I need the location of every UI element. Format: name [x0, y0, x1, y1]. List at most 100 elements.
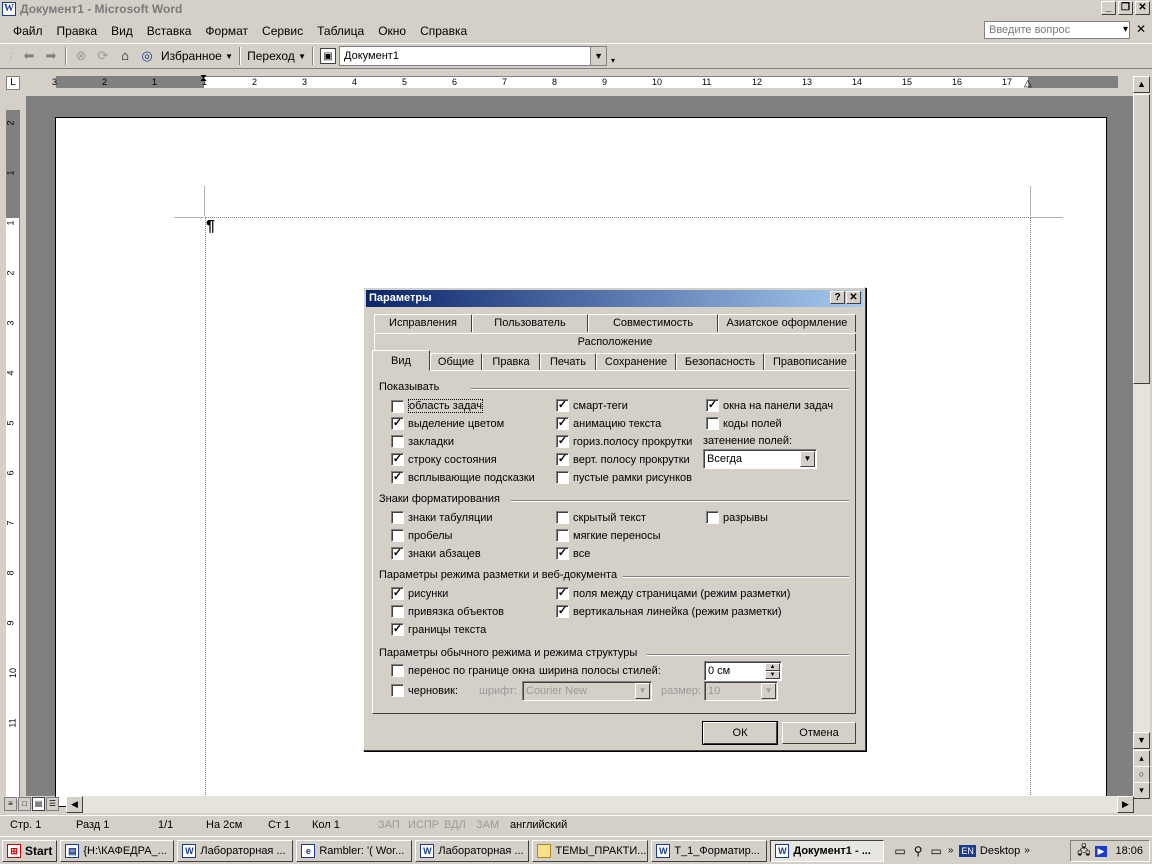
status-ovr[interactable]: ЗАМ	[476, 819, 499, 831]
task-kafedra[interactable]: ▤ {H:\КАФЕДРА_...	[60, 839, 175, 862]
menu-format[interactable]: Формат	[198, 24, 255, 38]
tab-print[interactable]: Печать	[540, 353, 596, 371]
tab-security[interactable]: Безопасность	[676, 353, 764, 371]
horizontal-scrollbar[interactable]: ◀ ▶	[66, 796, 1134, 813]
ask-dropdown-icon[interactable]: ▾	[1123, 24, 1128, 35]
tab-spelling[interactable]: Правописание	[764, 353, 856, 371]
checkbox-paragraph-marks[interactable]: ✓ знаки абзацев	[391, 547, 481, 560]
desktop-arrow-icon[interactable]: »	[1024, 845, 1030, 856]
media-player-icon[interactable]: ▶	[1094, 845, 1108, 857]
help-button[interactable]: ?	[830, 291, 845, 304]
checkbox-draft-font[interactable]: черновик:	[391, 684, 458, 697]
field-shading-select[interactable]: Всегда ▼	[703, 449, 817, 469]
menu-help[interactable]: Справка	[413, 24, 474, 38]
tab-save[interactable]: Сохранение	[596, 353, 676, 371]
status-trk[interactable]: ИСПР	[408, 819, 439, 831]
select-browse-object-button[interactable]: ○	[1133, 766, 1150, 783]
chevron-down-icon[interactable]: ▼	[635, 683, 650, 699]
checkbox-optional-hyphens[interactable]: мягкие переносы	[556, 529, 661, 542]
right-indent-marker-icon[interactable]: △	[1024, 78, 1032, 89]
minimize-button[interactable]: _	[1101, 1, 1116, 15]
favorites-button[interactable]: Избранное ▼	[158, 46, 236, 66]
menu-tools[interactable]: Сервис	[255, 24, 310, 38]
scroll-left-button[interactable]: ◀	[66, 796, 83, 813]
network-icon[interactable]: 🖧	[1077, 841, 1090, 862]
spin-up-icon[interactable]: ▲	[765, 663, 780, 671]
start-button[interactable]: ⊞ Start	[2, 839, 58, 862]
menu-edit[interactable]: Правка	[50, 24, 105, 38]
tab-view[interactable]: Вид	[372, 350, 430, 371]
tab-file-locations[interactable]: Расположение	[374, 333, 856, 351]
horizontal-ruler[interactable]: 3 2 1 1 2 3 4 5 6 7 8 9 10 11 12 13 14 15 16 17 ⧗ △	[28, 73, 1132, 91]
checkbox-screen-tips[interactable]: ✓ всплывающие подсказки	[391, 471, 535, 484]
chevron-down-icon[interactable]: ▼	[800, 451, 815, 467]
address-combobox[interactable]: Документ1 ▼	[339, 46, 608, 66]
chevron-down-icon[interactable]: ▼	[761, 683, 776, 699]
refresh-button[interactable]: ⟳	[92, 46, 114, 66]
home-button[interactable]: ⌂	[114, 46, 136, 66]
outline-view-button[interactable]: ☰	[46, 797, 59, 811]
checkbox-windows-in-taskbar[interactable]: ✓ окна на панели задач	[706, 399, 833, 412]
checkbox-tab-characters[interactable]: знаки табуляции	[391, 511, 493, 524]
toolbar-arrow-icon[interactable]: »	[948, 845, 954, 856]
checkbox-drawings[interactable]: ✓ рисунки	[391, 587, 448, 600]
show-only-web-toolbar-button[interactable]: ▣	[317, 46, 339, 66]
close-document-button[interactable]: ✕	[1136, 22, 1146, 36]
task-lab2[interactable]: W Лабораторная ...	[415, 839, 530, 862]
back-button[interactable]: ⬅	[18, 46, 40, 66]
language-indicator[interactable]: EN	[959, 844, 976, 857]
scroll-thumb[interactable]	[1133, 94, 1150, 384]
checkbox-wrap-to-window[interactable]: перенос по границе окна	[391, 664, 535, 677]
checkbox-bookmarks[interactable]: закладки	[391, 435, 454, 448]
task-document1[interactable]: W Документ1 - ...	[770, 839, 885, 862]
quicklaunch-window2-icon[interactable]: ▭	[930, 844, 941, 858]
checkbox-text-boundaries[interactable]: ✓ границы текста	[391, 623, 486, 636]
quicklaunch-window-icon[interactable]: ▭	[894, 844, 905, 858]
checkbox-highlight[interactable]: ✓ выделение цветом	[391, 417, 504, 430]
task-rambler[interactable]: e Rambler: '( Wor...	[296, 839, 413, 862]
dialog-title-bar[interactable]: Параметры ? ✕	[366, 290, 863, 307]
checkbox-vertical-ruler[interactable]: ✓ вертикальная линейка (режим разметки)	[556, 605, 782, 618]
quicklaunch-search-icon[interactable]: ⚲	[914, 844, 923, 858]
tab-edit[interactable]: Правка	[482, 353, 540, 371]
toolbar-options-icon[interactable]: ▾	[611, 56, 615, 65]
menu-view[interactable]: Вид	[104, 24, 140, 38]
scroll-down-button[interactable]: ▼	[1133, 732, 1150, 749]
toolbar-grip-icon[interactable]: ⋮	[4, 46, 18, 66]
checkbox-field-codes[interactable]: коды полей	[706, 417, 782, 430]
checkbox-breaks[interactable]: разрывы	[706, 511, 768, 524]
checkbox-smart-tags[interactable]: ✓ смарт-теги	[556, 399, 628, 412]
task-lab1[interactable]: W Лабораторная ...	[177, 839, 294, 862]
scroll-right-button[interactable]: ▶	[1117, 796, 1134, 813]
checkbox-picture-placeholders[interactable]: пустые рамки рисунков	[556, 471, 692, 484]
menu-window[interactable]: Окно	[371, 24, 413, 38]
task-t1-format[interactable]: W Т_1_Форматир...	[651, 839, 768, 862]
checkbox-hidden-text[interactable]: скрытый текст	[556, 511, 646, 524]
spin-down-icon[interactable]: ▼	[765, 671, 780, 679]
tab-asian-typography[interactable]: Азиатское оформление	[718, 314, 856, 332]
status-ext[interactable]: ВДЛ	[444, 819, 466, 831]
normal-view-button[interactable]: ≡	[4, 797, 17, 811]
tab-track-changes[interactable]: Исправления	[374, 314, 472, 332]
next-page-button[interactable]: ▾	[1133, 782, 1150, 799]
status-rec[interactable]: ЗАП	[378, 819, 400, 831]
scroll-up-button[interactable]: ▲	[1133, 76, 1150, 93]
dialog-close-button[interactable]: ✕	[846, 291, 861, 304]
forward-button[interactable]: ➡	[40, 46, 62, 66]
size-select[interactable]: 10 ▼	[704, 681, 778, 701]
address-dropdown-icon[interactable]: ▼	[590, 47, 607, 65]
checkbox-all-marks[interactable]: ✓ все	[556, 547, 590, 560]
checkbox-white-space-between-pages[interactable]: ✓ поля между страницами (режим разметки)	[556, 587, 790, 600]
ok-button[interactable]: ОК	[702, 721, 778, 745]
close-window-button[interactable]: ✕	[1135, 1, 1150, 15]
menu-insert[interactable]: Вставка	[140, 24, 199, 38]
checkbox-spaces[interactable]: пробелы	[391, 529, 452, 542]
vertical-scrollbar[interactable]: ▲ ▼ ▴ ○ ▾	[1133, 76, 1150, 799]
style-area-width-input[interactable]: 0 см ▲ ▼	[704, 661, 782, 681]
checkbox-status-bar[interactable]: ✓ строку состояния	[391, 453, 497, 466]
checkbox-task-pane[interactable]: область задач	[391, 399, 483, 413]
desktop-toolbar-label[interactable]: Desktop	[980, 845, 1020, 857]
tab-user[interactable]: Пользователь	[472, 314, 588, 332]
font-select[interactable]: Courier New ▼	[522, 681, 652, 701]
tab-general[interactable]: Общие	[430, 353, 482, 371]
